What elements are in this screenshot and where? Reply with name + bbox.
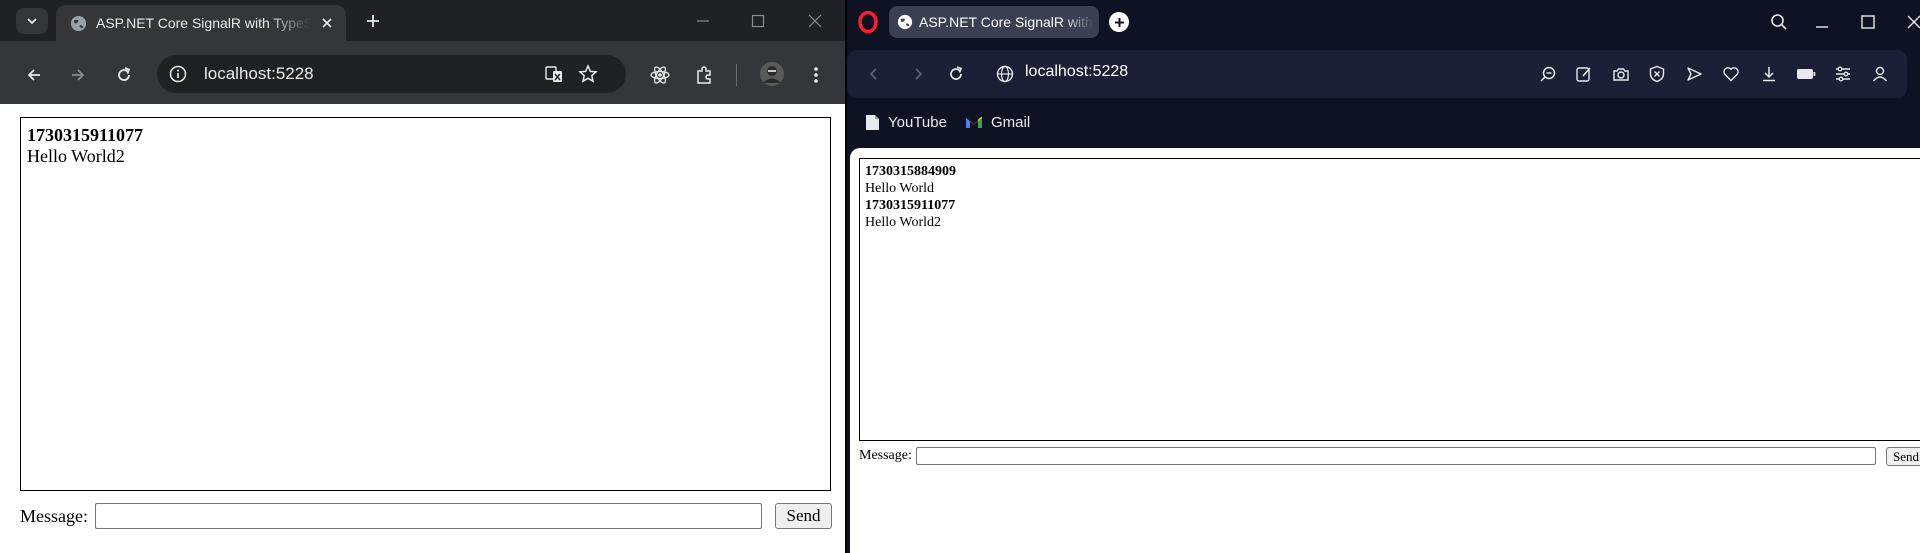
maximize-icon xyxy=(751,14,765,28)
globe-icon xyxy=(69,14,87,32)
close-window-button[interactable] xyxy=(802,8,828,34)
new-tab-button[interactable] xyxy=(1109,12,1129,32)
message-id: 1730315884909 xyxy=(865,164,956,179)
tab-title: ASP.NET Core SignalR with TypeScript xyxy=(919,14,1094,30)
reload-icon xyxy=(950,66,963,80)
toolbar-separator xyxy=(736,64,737,86)
reload-icon xyxy=(118,67,131,81)
edit-page-icon[interactable] xyxy=(1572,62,1596,86)
tab-title: ASP.NET Core SignalR with TypeScript xyxy=(96,15,311,31)
minimize-button[interactable] xyxy=(1810,10,1834,34)
minimize-icon xyxy=(697,20,709,22)
opera-page-content: 1730315884909 Hello World 1730315911077 … xyxy=(850,148,1920,553)
close-icon xyxy=(1907,15,1920,29)
bookmark-folder-icon xyxy=(866,114,879,130)
gmail-icon xyxy=(966,116,982,128)
ad-blocker-icon[interactable] xyxy=(1645,62,1669,86)
plus-icon xyxy=(367,15,379,27)
heart-icon[interactable] xyxy=(1719,62,1743,86)
new-tab-button[interactable] xyxy=(360,8,386,34)
maximize-icon xyxy=(1861,15,1875,29)
message-item: 1730315911077 Hello World2 xyxy=(865,197,1920,231)
maximize-button[interactable] xyxy=(1856,10,1880,34)
plus-icon xyxy=(1114,17,1124,27)
send-button[interactable]: Send xyxy=(1886,447,1920,466)
messages-container: 1730315911077 Hello World2 xyxy=(20,117,831,491)
message-item: 1730315911077 Hello World2 xyxy=(27,125,824,167)
forward-button[interactable] xyxy=(64,61,92,89)
reload-button[interactable] xyxy=(944,62,968,86)
minimize-icon xyxy=(1816,26,1828,28)
opera-window: ASP.NET Core SignalR with TypeScript loc… xyxy=(847,0,1920,553)
close-icon xyxy=(808,14,822,28)
search-icon xyxy=(1771,14,1787,30)
message-input[interactable] xyxy=(916,447,1876,465)
bookmarks-bar: YouTube Gmail xyxy=(847,107,1920,137)
battery-saver-icon[interactable] xyxy=(1794,62,1818,86)
message-item: 1730315884909 Hello World xyxy=(865,163,1920,197)
url-text[interactable]: localhost:5228 xyxy=(1025,63,1128,81)
bookmark-label: Gmail xyxy=(991,113,1031,131)
bookmark-gmail[interactable]: Gmail xyxy=(965,111,1030,133)
back-button[interactable] xyxy=(862,62,886,86)
tab-search-button[interactable] xyxy=(16,8,48,34)
message-text: Hello World2 xyxy=(865,215,941,230)
easy-setup-icon[interactable] xyxy=(1831,62,1855,86)
message-id: 1730315911077 xyxy=(865,198,956,213)
message-id: 1730315911077 xyxy=(27,125,144,145)
message-text: Hello World xyxy=(865,181,934,196)
maximize-button[interactable] xyxy=(745,8,771,34)
reload-button[interactable] xyxy=(110,61,138,89)
zoom-icon[interactable] xyxy=(1536,62,1560,86)
send-flow-icon[interactable] xyxy=(1682,62,1706,86)
chrome-tab-active[interactable]: ASP.NET Core SignalR with TypeScript xyxy=(56,5,346,41)
bookmark-star-icon[interactable] xyxy=(577,63,599,85)
chevron-down-icon xyxy=(27,18,37,25)
messages-container: 1730315884909 Hello World 1730315911077 … xyxy=(859,158,1920,441)
message-text: Hello World2 xyxy=(27,146,125,166)
chrome-menu-button[interactable] xyxy=(802,61,830,89)
address-bar[interactable]: localhost:5228 xyxy=(157,55,626,93)
chevron-left-icon xyxy=(869,68,877,80)
bookmark-label: YouTube xyxy=(888,113,947,131)
forward-button[interactable] xyxy=(906,62,930,86)
chrome-window: ASP.NET Core SignalR with TypeScript loc… xyxy=(0,0,845,553)
user-profile-icon[interactable] xyxy=(1868,62,1892,86)
url-text: localhost:5228 xyxy=(204,64,314,83)
opera-tab-active[interactable]: ASP.NET Core SignalR with TypeScript xyxy=(889,6,1099,38)
tab-close-icon[interactable] xyxy=(318,14,336,32)
extensions-icon[interactable] xyxy=(690,61,718,89)
site-globe-icon[interactable] xyxy=(993,62,1017,86)
arrow-right-icon xyxy=(72,69,85,81)
message-label: Message: xyxy=(859,448,912,463)
minimize-button[interactable] xyxy=(690,8,716,34)
profile-avatar[interactable] xyxy=(758,60,786,88)
download-icon[interactable] xyxy=(1757,62,1781,86)
close-window-button[interactable] xyxy=(1902,10,1920,34)
send-button[interactable]: Send xyxy=(775,503,832,529)
message-input[interactable] xyxy=(95,503,762,529)
arrow-left-icon xyxy=(27,69,40,81)
react-devtools-icon[interactable] xyxy=(646,61,674,89)
translate-icon[interactable] xyxy=(543,63,565,85)
search-tabs-button[interactable] xyxy=(1767,10,1791,34)
chrome-page-content: 1730315911077 Hello World2 Message: Send xyxy=(0,104,845,553)
camera-icon[interactable] xyxy=(1609,62,1633,86)
chevron-right-icon xyxy=(915,68,923,80)
bookmark-youtube[interactable]: YouTube xyxy=(865,111,947,133)
site-info-icon[interactable] xyxy=(168,64,188,84)
message-label: Message: xyxy=(20,506,88,526)
opera-logo-icon[interactable] xyxy=(857,9,879,35)
more-vert-icon xyxy=(814,67,818,83)
globe-icon xyxy=(897,14,913,30)
back-button[interactable] xyxy=(20,61,48,89)
